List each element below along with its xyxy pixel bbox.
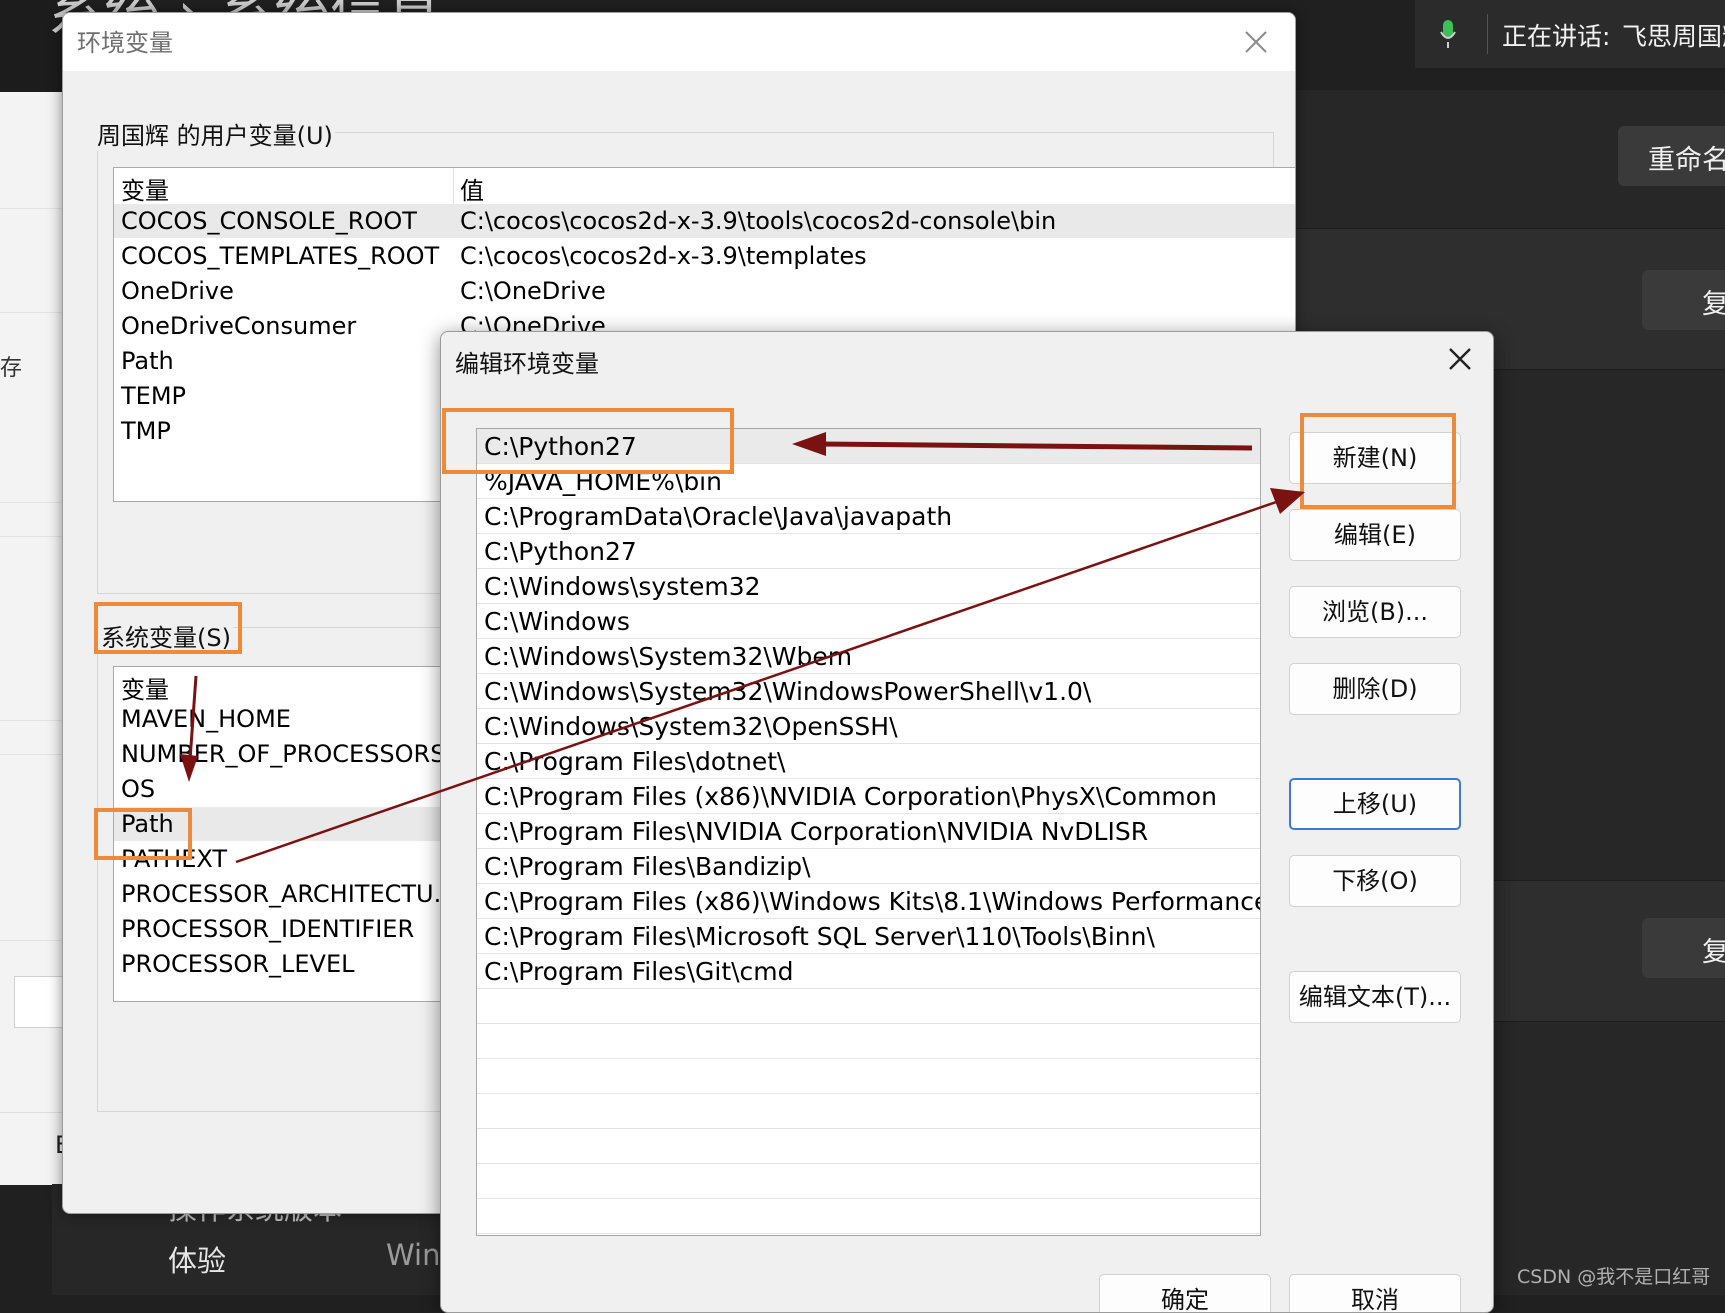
arrow-head-icon xyxy=(1270,488,1305,514)
arrow-to-entry-line xyxy=(819,441,1253,451)
arrow-head-icon xyxy=(792,432,826,456)
arrow-to-new-button-line xyxy=(235,498,1283,864)
watermark: CSDN @我不是口红哥 xyxy=(1517,1266,1711,1288)
arrow-head-icon xyxy=(180,754,198,782)
arrow-to-path-line xyxy=(188,675,198,761)
annotation-arrows xyxy=(180,432,1305,864)
